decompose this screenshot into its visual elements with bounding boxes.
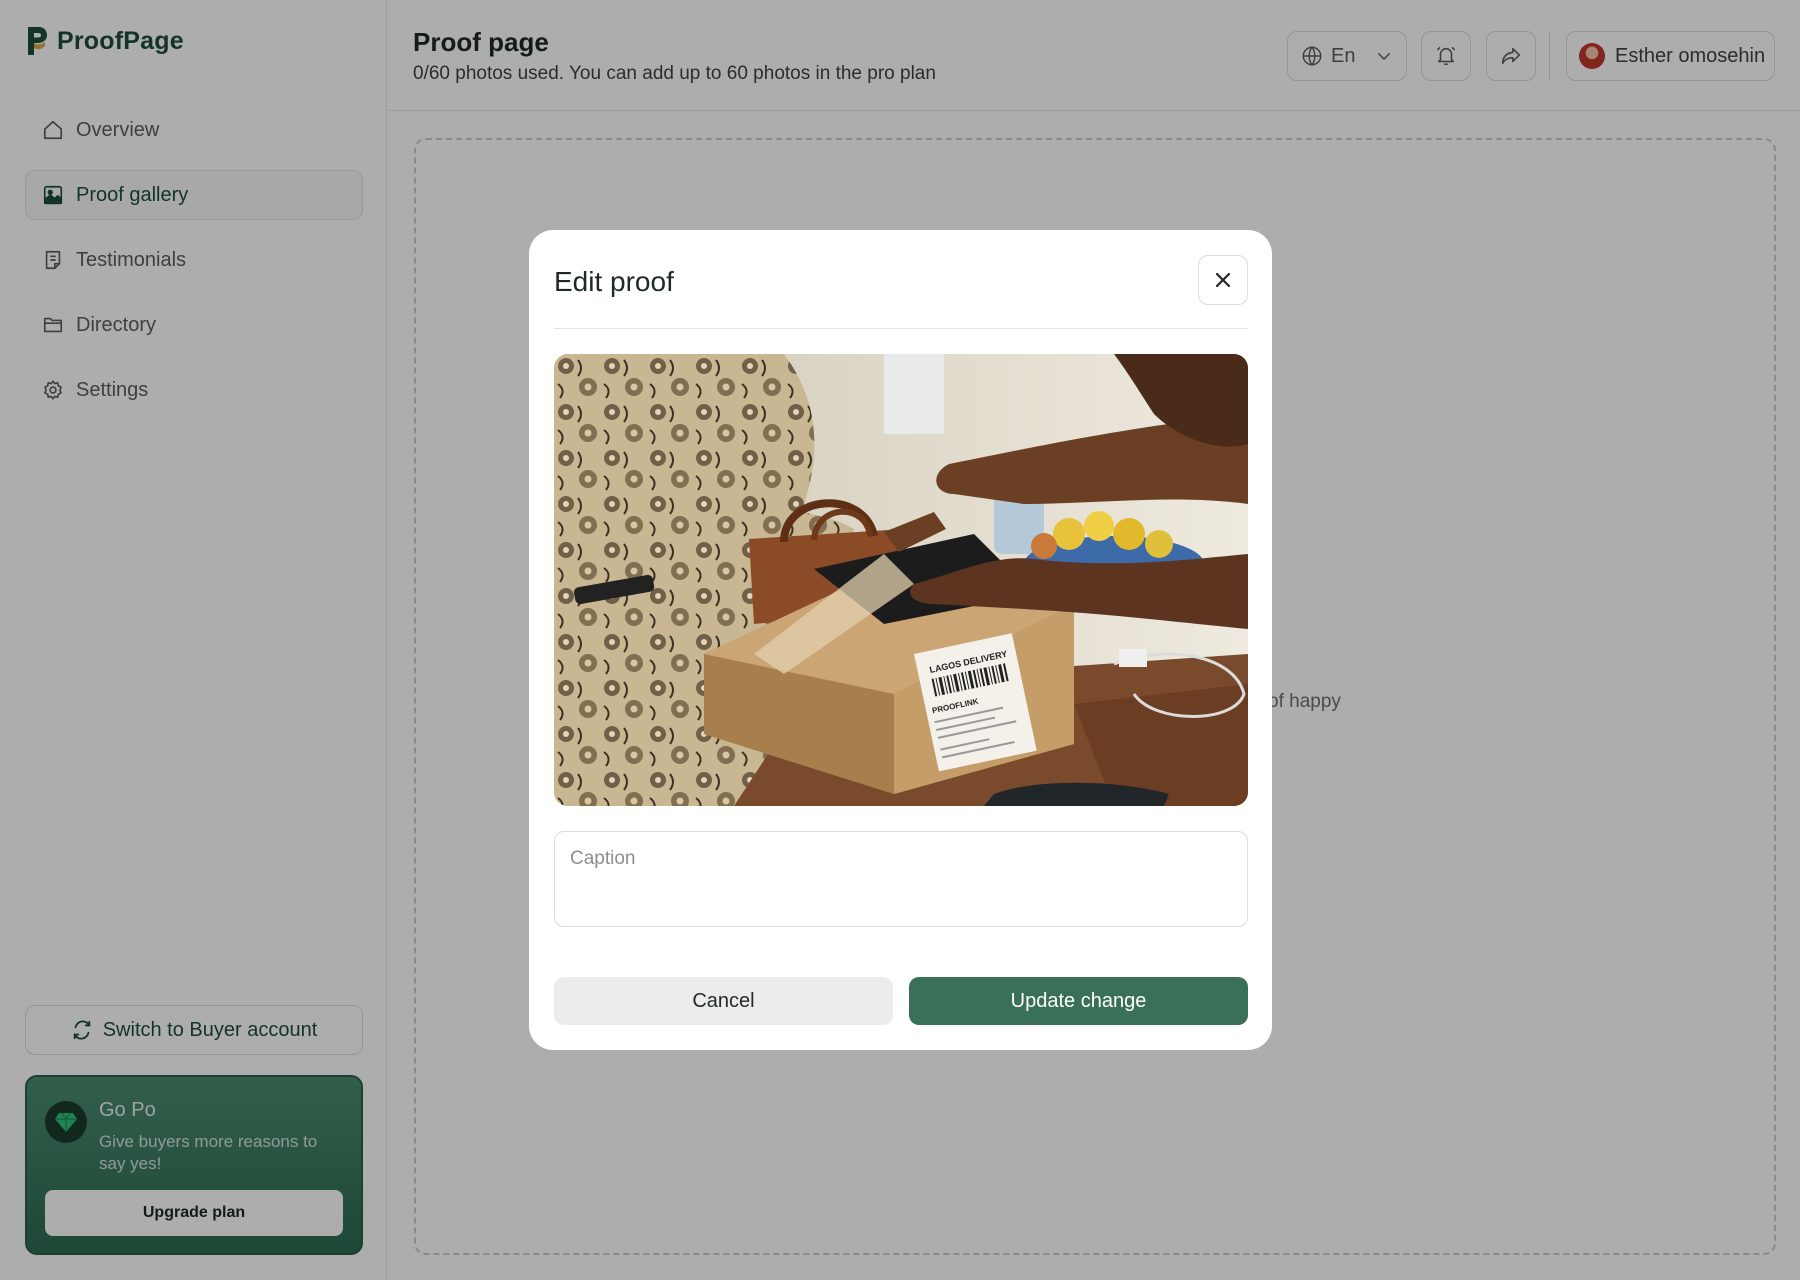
close-icon — [1215, 272, 1231, 288]
cancel-button[interactable]: Cancel — [554, 977, 893, 1025]
proof-photo: LAGOS DELIVERY PROOFLINK — [554, 354, 1248, 806]
modal-divider — [554, 328, 1248, 329]
edit-proof-modal: Edit proof LAGOS DELIVERY PROOFLINK Capt… — [529, 230, 1272, 1050]
caption-input[interactable] — [554, 831, 1248, 927]
update-change-button[interactable]: Update change — [909, 977, 1248, 1025]
modal-title: Edit proof — [554, 266, 674, 297]
close-button[interactable] — [1198, 255, 1248, 305]
